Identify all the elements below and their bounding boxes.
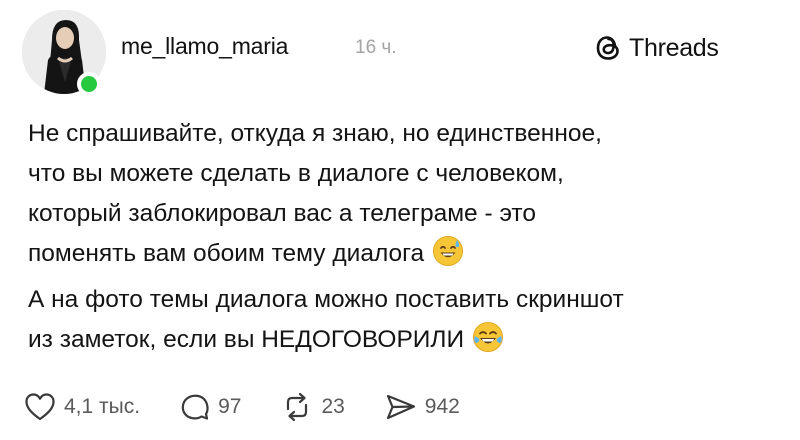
threads-logo-icon bbox=[596, 36, 619, 60]
post-body: Не спрашивайте, откуда я знаю, но единст… bbox=[28, 114, 788, 366]
username[interactable]: me_llamo_maria bbox=[121, 33, 288, 60]
post-line: А на фото темы диалога можно поставить с… bbox=[28, 286, 624, 313]
share-count: 942 bbox=[424, 395, 460, 418]
post-paragraph: А на фото темы диалога можно поставить с… bbox=[28, 280, 788, 366]
sweat-smile-emoji-icon bbox=[432, 235, 464, 280]
repost-button[interactable]: 23 bbox=[281, 392, 345, 422]
like-count: 4,1 тыс. bbox=[64, 395, 141, 418]
post-actions-bar: 4,1 тыс. 97 23 942 bbox=[24, 392, 500, 422]
post-line: из заметок, если вы НЕДОГОВОРИЛИ bbox=[28, 326, 465, 353]
heart-icon bbox=[25, 393, 55, 421]
share-button[interactable]: 942 bbox=[385, 392, 460, 422]
post-time: 16 ч. bbox=[355, 37, 397, 58]
repost-count: 23 bbox=[321, 395, 345, 418]
post-paragraph: Не спрашивайте, откуда я знаю, но единст… bbox=[28, 114, 788, 280]
tears-of-joy-emoji-icon bbox=[472, 321, 504, 366]
post-line: Не спрашивайте, откуда я знаю, но единст… bbox=[28, 120, 602, 147]
post-line: поменять вам обоим тему диалога bbox=[28, 240, 425, 267]
repost-icon bbox=[287, 392, 308, 422]
like-button[interactable]: 4,1 тыс. bbox=[24, 392, 140, 422]
comment-button[interactable]: 97 bbox=[180, 392, 241, 422]
online-status-dot bbox=[77, 72, 101, 96]
threads-brand: Threads bbox=[593, 32, 719, 64]
comment-bubble-icon bbox=[181, 394, 209, 420]
post-line: что вы можете сделать в диалоге с челове… bbox=[28, 160, 564, 187]
post-line: который заблокировал вас а телеграме - э… bbox=[28, 200, 536, 227]
comment-count: 97 bbox=[218, 395, 242, 418]
send-icon bbox=[386, 394, 415, 420]
threads-label: Threads bbox=[629, 33, 719, 62]
